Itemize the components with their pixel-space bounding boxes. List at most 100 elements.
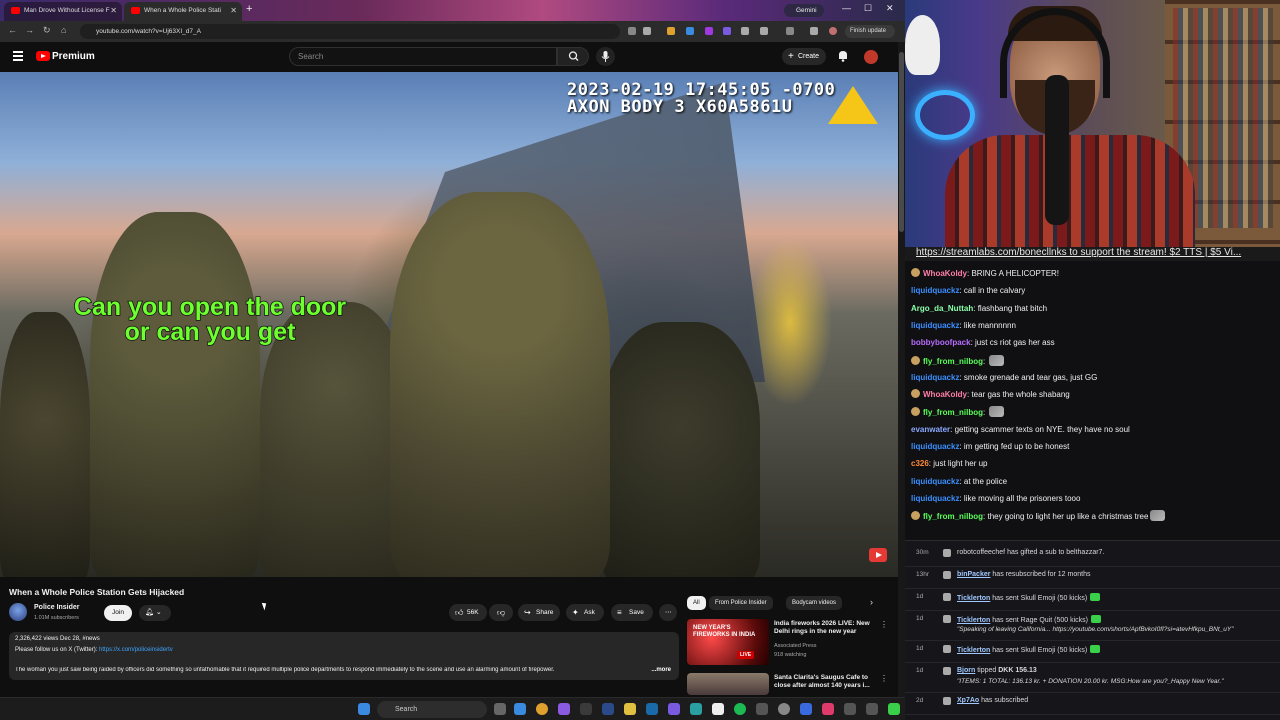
back-icon[interactable]: ←: [8, 25, 17, 35]
menu-icon[interactable]: [13, 51, 23, 61]
app-icon[interactable]: [580, 703, 592, 715]
recommended-video[interactable]: Santa Clarita's Saugus Cafe to close aft…: [687, 673, 897, 697]
event-username[interactable]: binPacker: [957, 571, 990, 578]
recommended-video[interactable]: NEW YEAR'S FIREWORKS IN INDIA LIVE India…: [687, 619, 897, 667]
share-button[interactable]: ↪ Share: [518, 604, 560, 621]
home-icon[interactable]: ⌂: [61, 25, 66, 35]
app-icon[interactable]: [690, 703, 702, 715]
chip-all[interactable]: All: [687, 596, 706, 610]
notifications-button[interactable]: [836, 49, 850, 63]
app-icon[interactable]: [866, 703, 878, 715]
extension-icon[interactable]: [667, 27, 675, 35]
new-tab-button[interactable]: +: [246, 3, 252, 15]
folder-icon[interactable]: [624, 703, 636, 715]
chat-username[interactable]: liquidquackz: [911, 494, 959, 503]
kick-icon[interactable]: [888, 703, 900, 715]
minimize-icon[interactable]: —: [842, 3, 851, 13]
app-icon[interactable]: [844, 703, 856, 715]
bookmark-star-icon[interactable]: [643, 27, 651, 35]
app-icon[interactable]: [646, 703, 658, 715]
chrome-icon[interactable]: [536, 703, 548, 715]
event-username[interactable]: Ticklerton: [957, 595, 990, 602]
show-more-link[interactable]: ...more: [647, 667, 671, 673]
voice-search-button[interactable]: [596, 47, 615, 66]
edge-icon[interactable]: [514, 703, 526, 715]
extension-icon[interactable]: [723, 27, 731, 35]
youtube-logo-icon[interactable]: [36, 51, 50, 61]
app-icon[interactable]: [822, 703, 834, 715]
close-tab-icon[interactable]: ✕: [110, 2, 117, 19]
app-icon[interactable]: [712, 703, 724, 715]
event-username[interactable]: Ticklerton: [957, 617, 990, 624]
chat-username[interactable]: liquidquackz: [911, 477, 959, 486]
video-player[interactable]: 2023-02-19 17:45:05 -0700 AXON BODY 3 X6…: [0, 72, 898, 577]
app-icon[interactable]: [602, 703, 614, 715]
chip-bodycam-videos[interactable]: Bodycam videos: [786, 596, 843, 610]
subscribed-bell-button[interactable]: 🔔︎ ⌄: [139, 605, 171, 621]
chat-username[interactable]: c326: [911, 459, 929, 468]
video-thumbnail[interactable]: NEW YEAR'S FIREWORKS IN INDIA LIVE: [687, 619, 769, 665]
chat-username[interactable]: liquidquackz: [911, 373, 959, 382]
event-username[interactable]: Bjorn: [957, 667, 975, 674]
chat-username[interactable]: evanwater: [911, 425, 950, 434]
chevron-right-icon[interactable]: ›: [870, 597, 873, 607]
browser-tab[interactable]: Man Drove Without License F ✕: [4, 2, 122, 21]
create-button[interactable]: Create: [782, 48, 826, 65]
chat-username[interactable]: bobbyboofpack: [911, 338, 971, 347]
app-icon[interactable]: [558, 703, 570, 715]
chat-username[interactable]: liquidquackz: [911, 286, 959, 295]
search-input[interactable]: Search: [289, 47, 557, 66]
ask-button[interactable]: ✦ Ask: [566, 604, 604, 621]
twitter-link[interactable]: https://x.com/policeinsidertv: [99, 647, 173, 653]
event-username[interactable]: Ticklerton: [957, 647, 990, 654]
task-view-icon[interactable]: [494, 703, 506, 715]
maximize-icon[interactable]: ☐: [864, 3, 872, 14]
profile-avatar-icon[interactable]: [829, 27, 837, 35]
spotify-icon[interactable]: [734, 703, 746, 715]
download-icon[interactable]: [810, 27, 818, 35]
gemini-button[interactable]: Gemini: [784, 4, 824, 17]
extensions-puzzle-icon[interactable]: [760, 27, 768, 35]
account-avatar[interactable]: [864, 50, 878, 64]
chat-username[interactable]: fly_from_nilbog: [923, 357, 983, 366]
dislike-button[interactable]: 👎︎: [489, 604, 513, 621]
youtube-brand[interactable]: Premium: [52, 51, 95, 62]
more-vert-icon[interactable]: ⋮: [880, 620, 888, 629]
search-button[interactable]: [557, 47, 589, 66]
event-username[interactable]: robotcoffeechef: [957, 549, 1005, 556]
like-button[interactable]: 👍︎ 56K: [449, 604, 487, 621]
app-icon[interactable]: [756, 703, 768, 715]
extension-icon[interactable]: [686, 27, 694, 35]
chat-username[interactable]: WhoaKoldy: [923, 269, 967, 278]
video-thumbnail[interactable]: [687, 673, 769, 695]
channel-name[interactable]: Police Insider: [34, 604, 80, 611]
close-window-icon[interactable]: ✕: [886, 3, 894, 14]
obs-icon[interactable]: [778, 703, 790, 715]
sidebar-icon[interactable]: [786, 27, 794, 35]
discord-icon[interactable]: [668, 703, 680, 715]
description-box[interactable]: 2,326,422 views Dec 28, #news Please fol…: [9, 632, 679, 680]
save-button[interactable]: ≡ Save: [611, 604, 653, 621]
event-username[interactable]: Xp7Ao: [957, 697, 979, 704]
start-menu-icon[interactable]: [358, 703, 370, 715]
cast-icon[interactable]: [628, 27, 636, 35]
extension-icon[interactable]: [741, 27, 749, 35]
chat-username[interactable]: liquidquackz: [911, 321, 959, 330]
finish-update-button[interactable]: Finish update: [845, 25, 895, 38]
close-tab-icon[interactable]: ✕: [230, 2, 237, 19]
app-icon[interactable]: [800, 703, 812, 715]
chat-username[interactable]: fly_from_nilbog: [923, 408, 983, 417]
extension-icon[interactable]: [705, 27, 713, 35]
chat-username[interactable]: fly_from_nilbog: [923, 512, 983, 521]
chip-from-police-insider[interactable]: From Police Insider: [709, 596, 773, 610]
chat-username[interactable]: WhoaKoldy: [923, 390, 967, 399]
join-button[interactable]: Join: [104, 605, 132, 621]
channel-avatar[interactable]: [9, 603, 27, 621]
reload-icon[interactable]: ↻: [43, 25, 51, 36]
browser-tab-active[interactable]: When a Whole Police Stati ✕: [124, 2, 242, 21]
address-bar[interactable]: youtube.com/watch?v=Uj63XI_d7_A: [80, 24, 620, 39]
forward-icon[interactable]: →: [25, 25, 34, 35]
taskbar-search[interactable]: Search: [377, 701, 487, 718]
more-vert-icon[interactable]: ⋮: [880, 674, 888, 683]
page-scrollbar-thumb[interactable]: [899, 52, 904, 232]
